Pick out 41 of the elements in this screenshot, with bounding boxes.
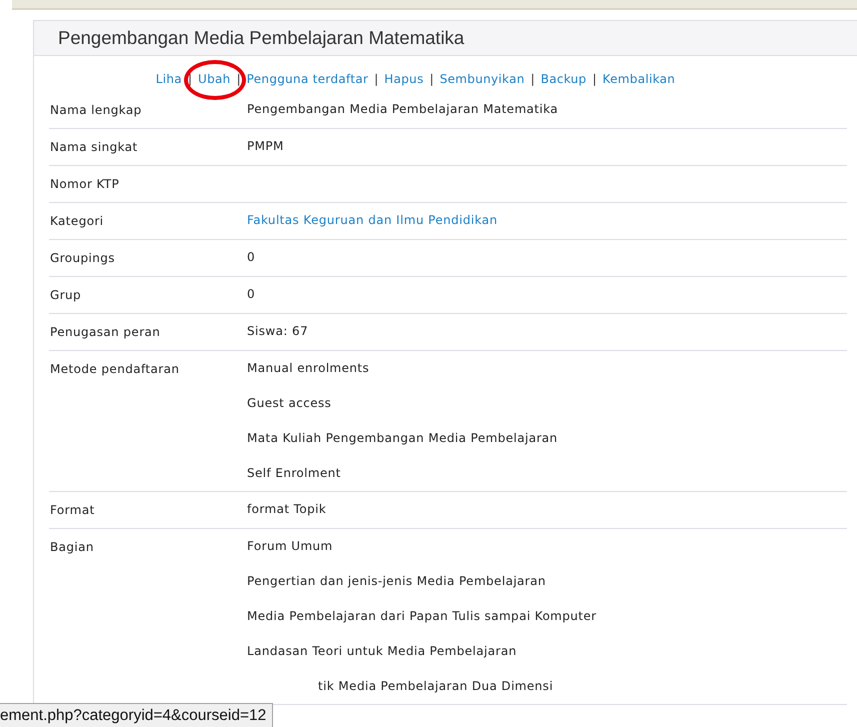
- row-value: Mata Kuliah Pengembangan Media Pembelajaran: [247, 430, 559, 447]
- row-label: Kategori: [49, 213, 105, 230]
- row-value: Pengertian dan jenis-jenis Media Pembelajaran: [247, 573, 547, 590]
- row-label: Metode pendaftaran: [49, 361, 180, 378]
- row-label: Bagian: [49, 539, 95, 556]
- panel-title: Pengembangan Media Pembelajaran Matematika: [58, 27, 464, 49]
- row-value: 0: [247, 286, 256, 303]
- row-value: format Topik: [247, 501, 328, 518]
- row-label: Penugasan peran: [49, 324, 162, 341]
- action-link[interactable]: Backup: [540, 72, 586, 86]
- action-link[interactable]: Liha: [156, 72, 182, 86]
- row-label: Nama lengkap: [49, 102, 143, 119]
- action-link[interactable]: Ubah: [198, 72, 231, 86]
- row-value: Landasan Teori untuk Media Pembelajaran: [247, 643, 518, 660]
- category-link[interactable]: Fakultas Keguruan dan Ilmu Pendidikan: [247, 203, 847, 238]
- status-bar-url: ement.php?categoryid=4&courseid=12: [0, 703, 274, 727]
- row-value: Self Enrolment: [247, 465, 342, 482]
- row-label: Grup: [49, 287, 82, 304]
- separator: |: [530, 72, 535, 86]
- separator: |: [236, 72, 241, 86]
- row-value: tik Media Pembelajaran Dua Dimensi: [317, 678, 554, 695]
- row-value: Guest access: [247, 395, 332, 412]
- row-label: Groupings: [49, 250, 116, 267]
- row-value: Pengembangan Media Pembelajaran Matematika: [247, 101, 560, 118]
- row-label: Nama singkat: [49, 139, 139, 156]
- row-value: Media Pembelajaran dari Papan Tulis sampai Komputer: [247, 608, 598, 625]
- row-label: Format: [49, 502, 96, 519]
- separator: |: [188, 72, 192, 86]
- action-link[interactable]: Hapus: [384, 72, 424, 86]
- separator: |: [592, 72, 597, 86]
- action-link[interactable]: Kembalikan: [602, 72, 676, 86]
- separator: |: [374, 72, 378, 86]
- row-value: Forum Umum: [247, 538, 334, 555]
- row-value: PMPM: [247, 138, 285, 155]
- row-value: Manual enrolments: [247, 360, 370, 377]
- action-link[interactable]: Pengguna terdaftar: [246, 72, 368, 86]
- separator: |: [430, 72, 434, 86]
- row-value: 0: [247, 249, 256, 266]
- row-label: Nomor KTP: [49, 176, 120, 193]
- action-link[interactable]: Sembunyikan: [440, 72, 525, 86]
- row-value: Siswa: 67: [247, 323, 310, 340]
